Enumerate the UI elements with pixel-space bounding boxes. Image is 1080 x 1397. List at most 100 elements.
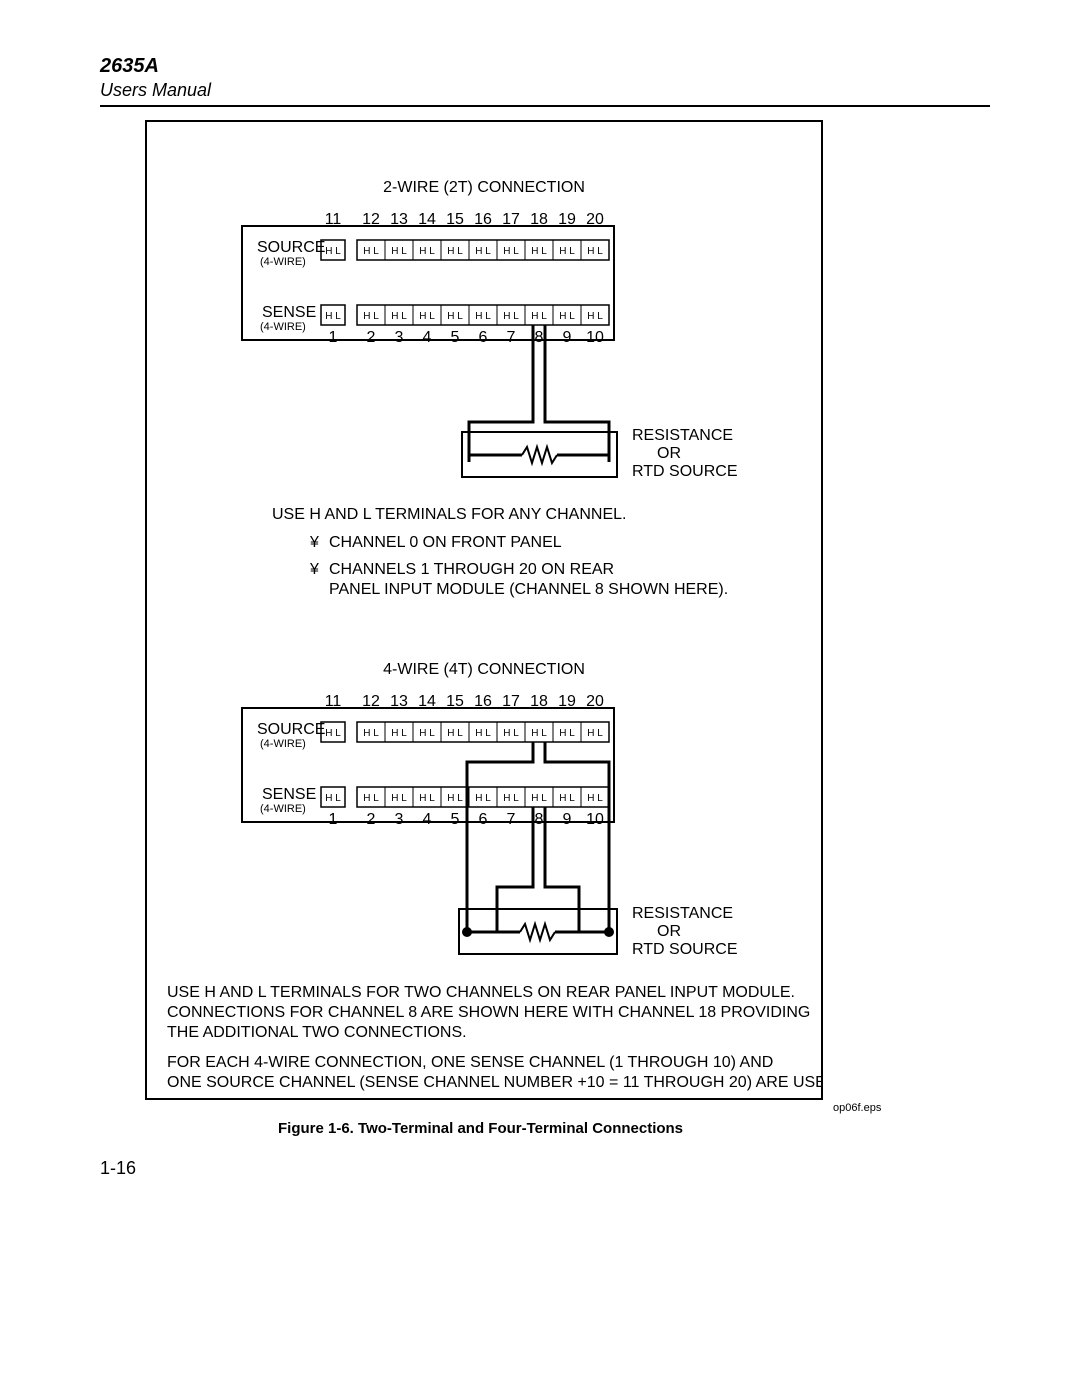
note4w-p2a: FOR EACH 4-WIRE CONNECTION, ONE SENSE CH… [167, 1054, 773, 1071]
header-subtitle: Users Manual [100, 80, 990, 101]
svg-text:17: 17 [502, 211, 520, 228]
svg-text:18: 18 [530, 693, 548, 710]
svg-text:H L: H L [419, 246, 435, 257]
source-4wire-2w: (4-WIRE) [260, 256, 306, 268]
figure-caption: Figure 1-6. Two-Terminal and Four-Termin… [278, 1120, 683, 1137]
svg-text:H L: H L [419, 311, 435, 322]
figure-svg: 2-WIRE (2T) CONNECTION SOURCE (4-WIRE) S… [147, 122, 821, 1098]
svg-text:1: 1 [329, 329, 338, 346]
svg-text:H L: H L [475, 311, 491, 322]
svg-text:H L: H L [447, 793, 463, 804]
figure-frame: 2-WIRE (2T) CONNECTION SOURCE (4-WIRE) S… [145, 120, 823, 1100]
svg-text:14: 14 [418, 211, 436, 228]
rtd-2w: RTD SOURCE [632, 463, 738, 480]
note2w-bullet2: ¥ [309, 561, 319, 578]
svg-text:H L: H L [391, 793, 407, 804]
svg-text:H L: H L [559, 793, 575, 804]
svg-text:H L: H L [531, 311, 547, 322]
svg-text:H L: H L [587, 793, 603, 804]
svg-text:H L: H L [325, 728, 341, 739]
resistor-symbol-2w [522, 447, 557, 463]
svg-text:17: 17 [502, 693, 520, 710]
svg-text:9: 9 [563, 329, 572, 346]
svg-text:3: 3 [395, 329, 404, 346]
header-rule [100, 105, 990, 107]
note4w-p1b: CONNECTIONS FOR CHANNEL 8 ARE SHOWN HERE… [167, 1004, 810, 1021]
svg-text:H L: H L [587, 246, 603, 257]
svg-text:H L: H L [419, 793, 435, 804]
note2w-b1: CHANNEL 0 ON FRONT PANEL [329, 534, 562, 551]
num-t2w-11: 11 [325, 211, 342, 228]
note4w-p1c: THE ADDITIONAL TWO CONNECTIONS. [167, 1024, 467, 1041]
svg-text:2: 2 [367, 811, 376, 828]
svg-text:H L: H L [447, 728, 463, 739]
svg-text:14: 14 [418, 693, 436, 710]
note2w-b2b: PANEL INPUT MODULE (CHANNEL 8 SHOWN HERE… [329, 581, 728, 598]
svg-text:12: 12 [362, 693, 380, 710]
svg-text:5: 5 [451, 329, 460, 346]
svg-text:H L: H L [587, 311, 603, 322]
title-4wire: 4-WIRE (4T) CONNECTION [383, 661, 585, 678]
source-4wire-4w: (4-WIRE) [260, 738, 306, 750]
or-2w: OR [657, 445, 681, 462]
svg-text:H L: H L [475, 793, 491, 804]
svg-text:H L: H L [419, 728, 435, 739]
page-number: 1-16 [100, 1158, 136, 1179]
svg-text:18: 18 [530, 211, 548, 228]
svg-text:H L: H L [391, 246, 407, 257]
svg-text:19: 19 [558, 693, 576, 710]
note2w-b2a: CHANNELS 1 THROUGH 20 ON REAR [329, 561, 614, 578]
svg-text:H L: H L [447, 246, 463, 257]
svg-text:4: 4 [423, 811, 432, 828]
svg-text:19: 19 [558, 211, 576, 228]
svg-text:H L: H L [587, 728, 603, 739]
svg-text:8: 8 [535, 329, 544, 346]
sense-label-4w: SENSE [262, 786, 316, 803]
note4w-p2b: ONE SOURCE CHANNEL (SENSE CHANNEL NUMBER… [167, 1074, 821, 1091]
source-label-2w: SOURCE [257, 239, 325, 256]
hl-11-t2w: H L [325, 246, 341, 257]
svg-text:H L: H L [475, 246, 491, 257]
svg-text:20: 20 [586, 211, 604, 228]
note2w-bullet1: ¥ [309, 534, 319, 551]
svg-text:H L: H L [503, 793, 519, 804]
eps-filename: op06f.eps [833, 1102, 881, 1114]
leads-4wire [467, 742, 609, 932]
terminals-top-2w-cells: H L H L H L H L H L H L H L H L H L 12 1… [321, 211, 609, 260]
svg-text:20: 20 [586, 693, 604, 710]
svg-text:H L: H L [363, 728, 379, 739]
rtd-4w: RTD SOURCE [632, 941, 738, 958]
svg-text:16: 16 [474, 693, 492, 710]
svg-text:9: 9 [563, 811, 572, 828]
svg-text:H L: H L [559, 311, 575, 322]
svg-text:H L: H L [325, 311, 341, 322]
resistance-4w: RESISTANCE [632, 905, 733, 922]
svg-text:H L: H L [475, 728, 491, 739]
svg-text:H L: H L [503, 728, 519, 739]
sense-4wire-4w: (4-WIRE) [260, 803, 306, 815]
or-4w: OR [657, 923, 681, 940]
svg-text:H L: H L [559, 246, 575, 257]
note2w-line1: USE H AND L TERMINALS FOR ANY CHANNEL. [272, 506, 626, 523]
svg-text:H L: H L [531, 793, 547, 804]
svg-text:11: 11 [325, 693, 342, 710]
note4w-p1a: USE H AND L TERMINALS FOR TWO CHANNELS O… [167, 984, 795, 1001]
svg-text:1: 1 [329, 811, 338, 828]
svg-text:H L: H L [363, 793, 379, 804]
svg-text:15: 15 [446, 211, 464, 228]
svg-text:H L: H L [531, 728, 547, 739]
svg-text:2: 2 [367, 329, 376, 346]
source-label-4w: SOURCE [257, 721, 325, 738]
svg-text:13: 13 [390, 693, 408, 710]
svg-text:8: 8 [535, 811, 544, 828]
svg-text:H L: H L [325, 793, 341, 804]
svg-text:4: 4 [423, 329, 432, 346]
svg-text:6: 6 [479, 329, 488, 346]
svg-text:H L: H L [531, 246, 547, 257]
resistance-2w: RESISTANCE [632, 427, 733, 444]
sense-4wire-2w: (4-WIRE) [260, 321, 306, 333]
title-2wire: 2-WIRE (2T) CONNECTION [383, 179, 585, 196]
svg-text:H L: H L [391, 728, 407, 739]
svg-text:12: 12 [362, 211, 380, 228]
svg-text:10: 10 [586, 811, 604, 828]
